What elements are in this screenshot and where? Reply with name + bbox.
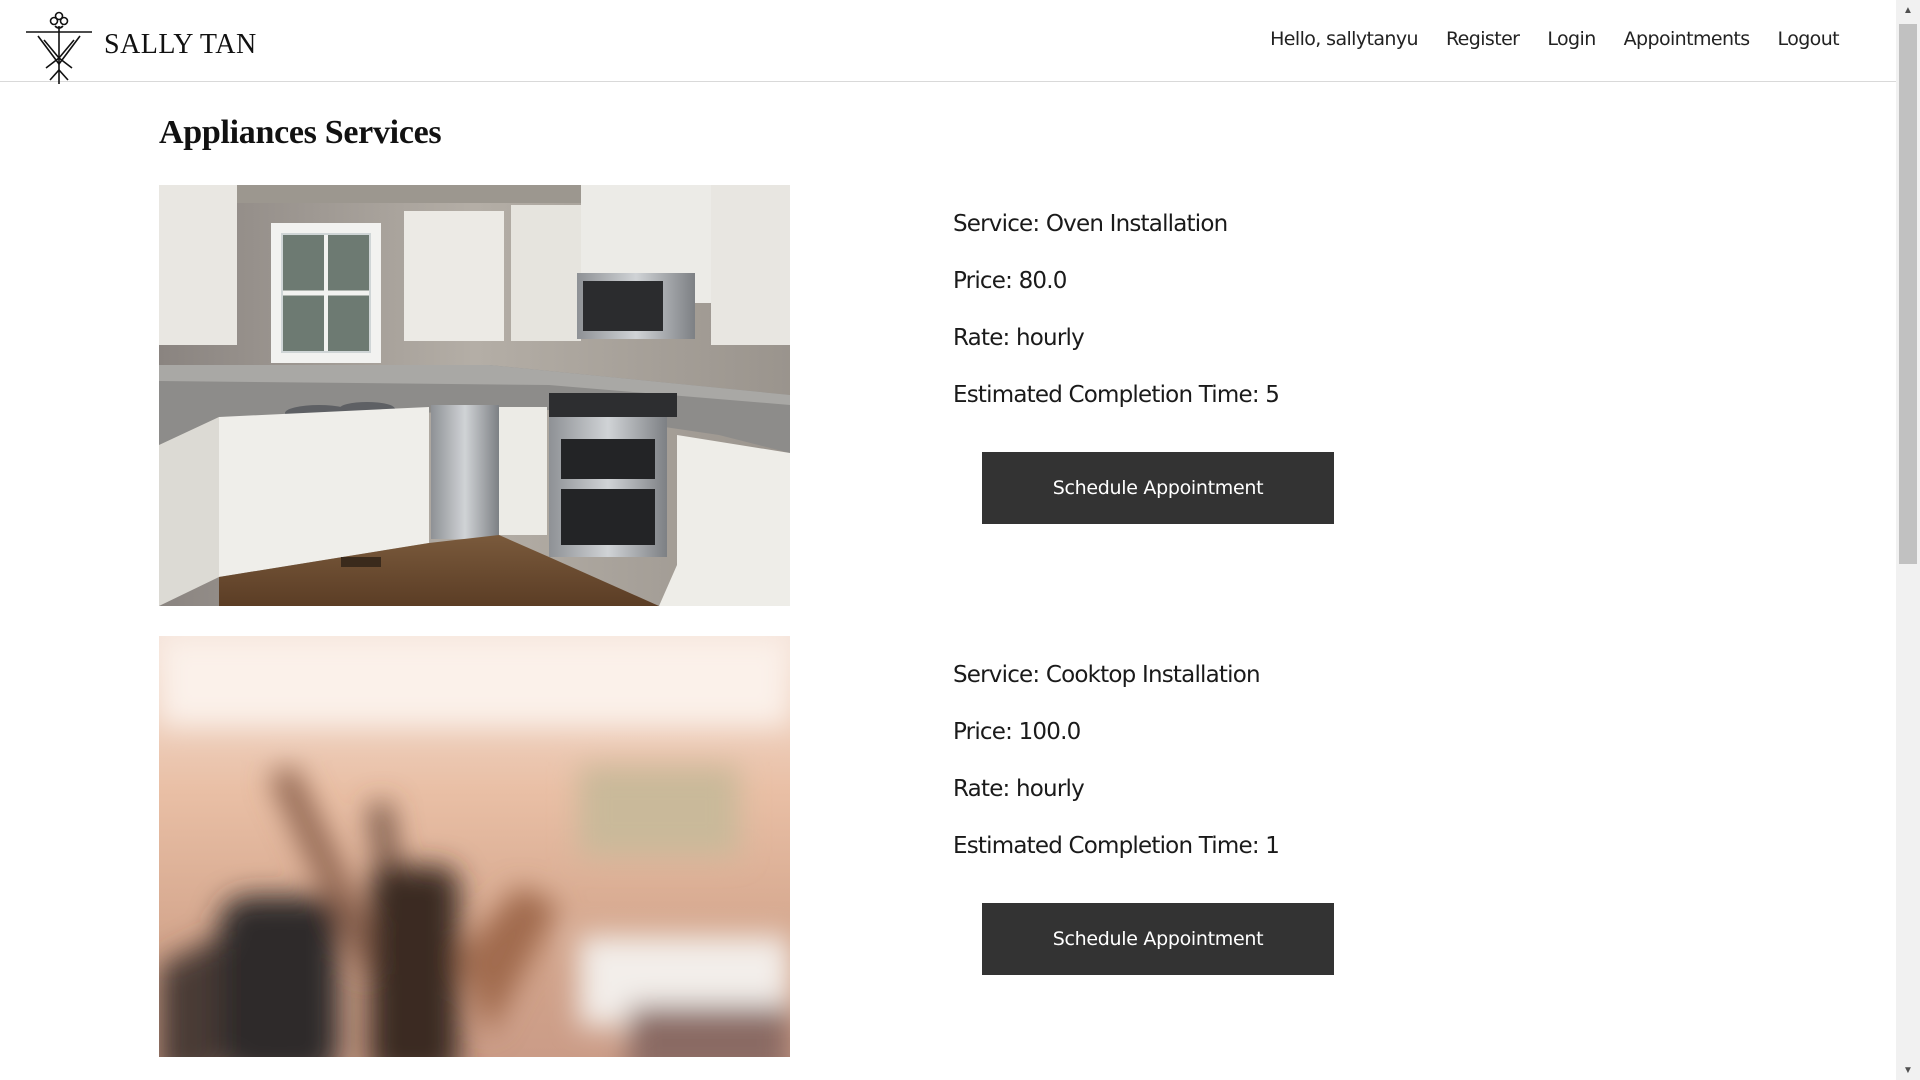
page: SALLY TAN Hello, sallytanyu Register Log… xyxy=(0,0,1920,1080)
service-card: Service: Cooktop Installation Price: 100… xyxy=(159,636,1339,1057)
blurred-utensils-photo xyxy=(159,636,790,1057)
service-completion-time: Estimated Completion Time: 5 xyxy=(953,382,1280,408)
service-price: Price: 80.0 xyxy=(953,268,1067,294)
service-name: Service: Cooktop Installation xyxy=(953,662,1261,688)
service-rate: Rate: hourly xyxy=(953,776,1085,802)
service-card: Service: Oven Installation Price: 80.0 R… xyxy=(159,185,1339,606)
kitchen-photo xyxy=(159,185,790,606)
nav-logout[interactable]: Logout xyxy=(1778,28,1840,50)
page-title: Appliances Services xyxy=(159,114,442,151)
service-image-cooktop xyxy=(159,636,790,1057)
service-image-kitchen xyxy=(159,185,790,606)
page-scrollbar[interactable]: ▲ ▼ xyxy=(1896,0,1920,1080)
sally-tan-logo-icon xyxy=(26,11,92,84)
brand-home-link[interactable]: SALLY TAN xyxy=(24,6,257,84)
service-price: Price: 100.0 xyxy=(953,719,1081,745)
schedule-appointment-button[interactable]: Schedule Appointment xyxy=(982,452,1334,524)
nav-login[interactable]: Login xyxy=(1547,28,1596,50)
scrollbar-thumb[interactable] xyxy=(1899,24,1917,564)
brand-name: SALLY TAN xyxy=(104,29,257,60)
service-info: Service: Cooktop Installation Price: 100… xyxy=(953,658,1280,886)
scroll-down-arrow-icon[interactable]: ▼ xyxy=(1896,1060,1920,1080)
main-nav: Hello, sallytanyu Register Login Appoint… xyxy=(1270,28,1839,50)
service-rate: Rate: hourly xyxy=(953,325,1085,351)
service-completion-time: Estimated Completion Time: 1 xyxy=(953,833,1280,859)
schedule-appointment-button[interactable]: Schedule Appointment xyxy=(982,903,1334,975)
nav-register[interactable]: Register xyxy=(1446,28,1520,50)
service-name: Service: Oven Installation xyxy=(953,211,1228,237)
service-info: Service: Oven Installation Price: 80.0 R… xyxy=(953,207,1280,435)
site-header: SALLY TAN Hello, sallytanyu Register Log… xyxy=(0,0,1896,84)
nav-appointments[interactable]: Appointments xyxy=(1624,28,1751,50)
nav-greeting[interactable]: Hello, sallytanyu xyxy=(1270,28,1418,50)
scroll-up-arrow-icon[interactable]: ▲ xyxy=(1896,0,1920,20)
